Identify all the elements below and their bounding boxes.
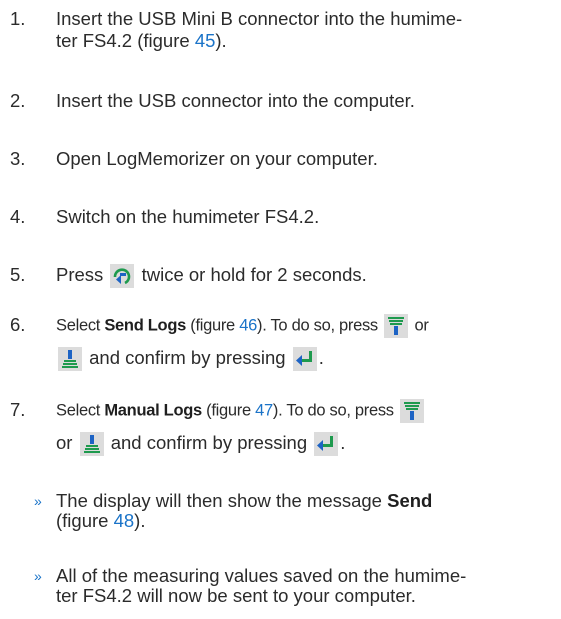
menu-arrow-icon bbox=[110, 264, 135, 289]
result-text-line-1: All of the measuring values saved on the… bbox=[56, 565, 467, 586]
enter-arrow-icon bbox=[292, 347, 317, 372]
result-text: All of the measuring values saved on the… bbox=[56, 566, 556, 606]
step-text-line-2: ter FS4.2 (figure bbox=[56, 30, 195, 51]
step-text-or: or bbox=[56, 432, 73, 453]
result-text-end: ). bbox=[134, 510, 146, 531]
step-text: Open LogMemorizer on your computer. bbox=[56, 148, 378, 169]
step-number: 7. bbox=[10, 399, 26, 420]
result-text-line-1: The display will then show the message bbox=[56, 490, 388, 511]
chevron-right-icon: » bbox=[34, 568, 42, 584]
step-text-confirm: and confirm by pressing bbox=[110, 432, 308, 453]
step-number: 2. bbox=[10, 90, 26, 111]
step-number: 1. bbox=[10, 8, 26, 29]
step-text: Switch on the humimeter FS4.2. bbox=[56, 206, 320, 227]
step-number: 6. bbox=[10, 314, 26, 335]
up-arrow-bars-icon bbox=[58, 347, 82, 372]
enter-arrow-icon bbox=[314, 432, 339, 457]
step-text-start: Press bbox=[56, 264, 104, 285]
step-text-start: Select bbox=[56, 316, 105, 335]
figure-link[interactable]: 46 bbox=[239, 316, 257, 334]
step-number: 5. bbox=[10, 264, 26, 285]
down-arrow-bars-icon bbox=[384, 314, 409, 338]
step-text: Insert the USB Mini B connector into the… bbox=[56, 8, 556, 52]
step-text-or: or bbox=[414, 316, 429, 335]
down-arrow-bars-icon bbox=[400, 399, 425, 423]
step-text-start: Select bbox=[56, 401, 105, 420]
step-text: Select Manual Logs (figure 47). To do so… bbox=[56, 399, 556, 457]
step-text-line-2: or and confirm by pressing . bbox=[56, 432, 556, 457]
step-number: 4. bbox=[10, 206, 26, 227]
step-text-mid: ). To do so, press bbox=[257, 316, 378, 335]
step-number: 3. bbox=[10, 148, 26, 169]
step-text-mid: ). To do so, press bbox=[272, 401, 394, 420]
result-text-line-2: (figure bbox=[56, 510, 114, 531]
step-text-line-2: and confirm by pressing . bbox=[56, 347, 556, 372]
menu-item-name: Manual Logs bbox=[104, 401, 202, 420]
result-text: The display will then show the message S… bbox=[56, 491, 556, 531]
step-text: Press twice or hold for 2 seconds. bbox=[56, 264, 556, 289]
step-text: Select Send Logs (figure 46). To do so, … bbox=[56, 314, 556, 372]
step-text-end: twice or hold for 2 seconds. bbox=[141, 264, 367, 285]
menu-item-name: Send Logs bbox=[104, 316, 186, 335]
step-text-end: . bbox=[340, 432, 346, 453]
chevron-right-icon: » bbox=[34, 493, 42, 509]
step-text-end: ). bbox=[215, 30, 227, 51]
step-text: Insert the USB connector into the comput… bbox=[56, 90, 415, 111]
step-text-line-1: Insert the USB Mini B connector into the… bbox=[56, 8, 463, 29]
result-text-line-2: ter FS4.2 will now be sent to your compu… bbox=[56, 585, 416, 606]
step-text-end: . bbox=[318, 347, 324, 368]
figure-link[interactable]: 47 bbox=[255, 401, 273, 419]
message-name: Send bbox=[387, 490, 433, 511]
figure-link[interactable]: 48 bbox=[114, 510, 135, 531]
step-text-mid: (figure bbox=[201, 401, 256, 420]
up-arrow-bars-icon bbox=[79, 432, 104, 457]
figure-link[interactable]: 45 bbox=[195, 30, 216, 51]
step-text-confirm: and confirm by pressing bbox=[89, 347, 286, 368]
step-text-mid: (figure bbox=[185, 316, 240, 335]
instruction-page: 1. Insert the USB Mini B connector into … bbox=[0, 0, 561, 619]
